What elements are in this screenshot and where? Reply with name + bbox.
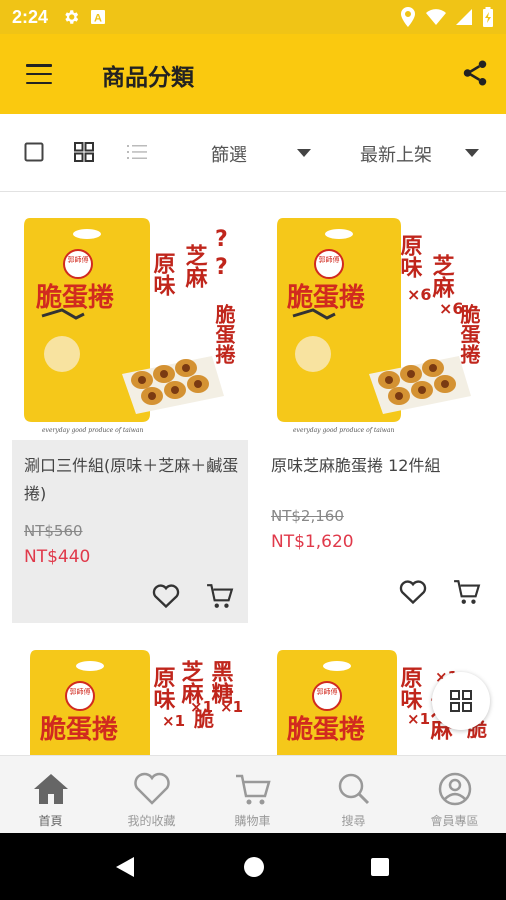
bottom-navigation: 首頁 我的收藏 購物車 搜尋 會員專區 bbox=[0, 755, 506, 833]
nav-home[interactable]: 首頁 bbox=[0, 756, 101, 834]
battery-icon bbox=[483, 7, 493, 27]
favorite-icon[interactable] bbox=[152, 583, 180, 609]
page-title: 商品分類 bbox=[102, 65, 194, 91]
product-grid: 郭師傅 脆蛋捲 原味 芝麻 脆蛋捲 ? ? everyday good prod… bbox=[0, 192, 506, 755]
signal-icon bbox=[456, 9, 472, 25]
list-view-icon[interactable] bbox=[126, 142, 148, 162]
nav-cart[interactable]: 購物車 bbox=[202, 756, 303, 834]
svg-text:?: ? bbox=[215, 255, 228, 280]
nav-label: 我的收藏 bbox=[127, 814, 176, 828]
status-bar: 2:24 A bbox=[0, 0, 506, 34]
product-card[interactable]: 郭師傅 脆蛋捲 原味 芝麻 黑糖 脆 ×1 ×1 ×1 bbox=[12, 636, 248, 755]
heart-icon bbox=[134, 772, 170, 805]
nav-label: 購物車 bbox=[234, 814, 271, 828]
status-time: 2:24 bbox=[12, 6, 49, 27]
nav-favorites[interactable]: 我的收藏 bbox=[101, 756, 202, 834]
grid-view-icon bbox=[450, 690, 472, 712]
status-left-icons: A bbox=[62, 8, 106, 26]
checkbox-icon[interactable] bbox=[24, 142, 44, 162]
product-image[interactable]: 郭師傅 脆蛋捲 原味 芝麻 脆蛋捲 ×6 ×6 everyday good pr… bbox=[259, 204, 495, 440]
product-name[interactable]: 涮口三件組(原味＋芝麻＋鹹蛋捲) bbox=[24, 452, 244, 508]
home-circle-icon[interactable] bbox=[243, 856, 265, 878]
svg-text:×1: ×1 bbox=[190, 698, 213, 716]
nav-member[interactable]: 會員專區 bbox=[404, 756, 505, 834]
search-icon bbox=[338, 773, 370, 805]
svg-text:郭師傅: 郭師傅 bbox=[317, 687, 338, 696]
location-icon bbox=[401, 7, 415, 27]
svg-text:×1: ×1 bbox=[407, 710, 430, 728]
svg-text:原味: 原味 bbox=[397, 666, 423, 710]
product-image[interactable]: 郭師傅 脆蛋捲 原味 芝麻 黑糖 脆 ×1 ×1 ×1 bbox=[12, 636, 248, 755]
share-icon[interactable] bbox=[460, 58, 490, 88]
product-image[interactable]: 郭師傅 脆蛋捲 原味 芝麻 脆蛋捲 ? ? everyday good prod… bbox=[12, 204, 248, 440]
product-name[interactable]: 原味芝麻脆蛋捲 12件組 bbox=[271, 452, 491, 480]
svg-text:×6: ×6 bbox=[407, 285, 432, 304]
svg-text:everyday good produce of taiwa: everyday good produce of taiwan bbox=[42, 427, 143, 434]
nav-label: 會員專區 bbox=[430, 814, 479, 828]
account-icon bbox=[438, 772, 472, 806]
app-bar: 商品分類 bbox=[0, 34, 506, 114]
product-card[interactable]: 郭師傅 脆蛋捲 原味 芝麻 脆蛋捲 ? ? everyday good prod… bbox=[12, 204, 248, 623]
svg-text:?: ? bbox=[215, 227, 228, 252]
svg-text:everyday good produce of taiwa: everyday good produce of taiwan bbox=[293, 427, 394, 434]
svg-text:原味: 原味 bbox=[397, 234, 423, 278]
svg-text:郭師傅: 郭師傅 bbox=[319, 255, 340, 264]
product-original-price: NT$2,160 bbox=[271, 507, 344, 525]
filter-toolbar: 篩選 最新上架 bbox=[0, 114, 506, 192]
svg-text:芝麻: 芝麻 bbox=[429, 253, 456, 299]
add-to-cart-icon[interactable] bbox=[205, 582, 235, 610]
filter-button[interactable]: 篩選 bbox=[211, 141, 247, 167]
favorite-icon[interactable] bbox=[399, 579, 427, 605]
recents-icon[interactable] bbox=[370, 857, 390, 877]
grid-view-icon[interactable] bbox=[74, 142, 94, 162]
svg-text:脆蛋捲: 脆蛋捲 bbox=[40, 714, 119, 745]
product-sale-price: NT$440 bbox=[24, 547, 91, 567]
gear-icon bbox=[65, 10, 79, 24]
svg-text:A: A bbox=[94, 13, 102, 25]
svg-text:×6: ×6 bbox=[439, 299, 464, 318]
svg-text:原味: 原味 bbox=[150, 666, 176, 710]
cart-icon bbox=[236, 774, 271, 805]
sort-dropdown-icon[interactable] bbox=[465, 149, 479, 157]
nav-label: 搜尋 bbox=[341, 814, 366, 828]
add-to-cart-icon[interactable] bbox=[452, 578, 482, 606]
svg-text:×1: ×1 bbox=[162, 712, 185, 730]
back-icon[interactable] bbox=[115, 856, 135, 878]
status-right-icons bbox=[400, 7, 494, 27]
svg-text:脆蛋捲: 脆蛋捲 bbox=[287, 714, 366, 745]
a-box-icon: A bbox=[91, 10, 106, 25]
svg-text:郭師傅: 郭師傅 bbox=[70, 687, 91, 696]
svg-text:脆蛋捲: 脆蛋捲 bbox=[287, 282, 366, 313]
wifi-icon bbox=[426, 9, 446, 25]
product-original-price: NT$560 bbox=[24, 522, 83, 540]
svg-text:郭師傅: 郭師傅 bbox=[68, 255, 89, 264]
svg-text:芝麻: 芝麻 bbox=[182, 243, 209, 289]
svg-text:×1: ×1 bbox=[220, 698, 243, 716]
product-sale-price: NT$1,620 bbox=[271, 532, 354, 552]
view-toggle-button[interactable] bbox=[432, 672, 490, 730]
home-icon bbox=[34, 774, 68, 804]
system-navigation-bar bbox=[0, 833, 506, 900]
svg-text:脆蛋捲: 脆蛋捲 bbox=[36, 282, 115, 313]
nav-search[interactable]: 搜尋 bbox=[303, 756, 404, 834]
filter-dropdown-icon[interactable] bbox=[297, 149, 311, 157]
menu-icon[interactable] bbox=[24, 60, 54, 88]
svg-text:脆蛋捲: 脆蛋捲 bbox=[212, 303, 236, 364]
nav-label: 首頁 bbox=[38, 814, 63, 828]
svg-text:原味: 原味 bbox=[150, 252, 176, 296]
product-card[interactable]: 郭師傅 脆蛋捲 原味 芝麻 脆蛋捲 ×6 ×6 everyday good pr… bbox=[259, 204, 495, 623]
sort-dropdown[interactable]: 最新上架 bbox=[360, 141, 432, 167]
